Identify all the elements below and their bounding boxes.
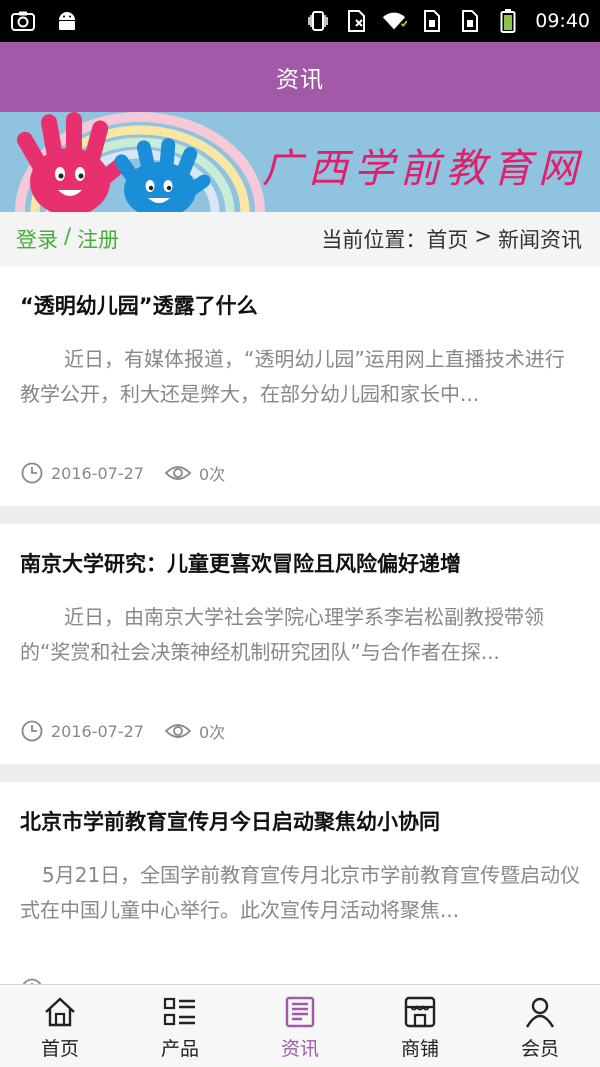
news-summary: 近日，有媒体报道，“透明幼儿园”运用网上直播技术进行教学公开，利大还是弊大，在部… — [20, 342, 582, 447]
news-summary-text: 近日，有媒体报道，“透明幼儿园”运用网上直播技术进行教学公开，利大还是弊大，在部… — [20, 347, 565, 406]
banner-title: 广西学前教育网 — [262, 146, 584, 192]
breadcrumb-current: 新闻资讯 — [498, 228, 582, 252]
shop-icon — [402, 994, 438, 1030]
page-title: 资讯 — [276, 67, 324, 93]
news-views: 0次 — [198, 465, 226, 484]
breadcrumb-prefix: 当前位置： — [321, 228, 427, 252]
news-card[interactable]: 北京市学前教育宣传月今日启动聚焦幼小协同 5月21日，全国学前教育宣传月北京市学… — [0, 782, 600, 984]
news-views: 0次 — [198, 723, 226, 742]
app-screen: 09:40 资讯 广西学前教育网 登录 / 注册 当前位置： 首页 > 新闻资讯… — [0, 0, 600, 1067]
register-link[interactable]: 注册 — [77, 224, 119, 254]
breadcrumb: 当前位置： 首页 > 新闻资讯 — [321, 224, 582, 254]
breadcrumb-home[interactable]: 首页 — [426, 224, 468, 254]
title-bar: 资讯 — [0, 42, 600, 112]
news-title[interactable]: 南京大学研究：儿童更喜欢冒险且风险偏好递增 — [20, 548, 461, 578]
news-date: 2016-07-27 — [51, 721, 144, 741]
news-card[interactable]: 南京大学研究：儿童更喜欢冒险且风险偏好递增 近日，由南京大学社会学院心理学系李岩… — [0, 524, 600, 764]
member-icon — [522, 994, 558, 1030]
login-link[interactable]: 登录 — [16, 224, 58, 254]
news-card[interactable]: “透明幼儿园”透露了什么 近日，有媒体报道，“透明幼儿园”运用网上直播技术进行教… — [0, 266, 600, 506]
clock-icon — [20, 977, 44, 984]
status-bar: 09:40 — [0, 0, 600, 42]
sim-card-icon — [457, 9, 483, 33]
views-group: 0次 — [164, 461, 225, 485]
battery-icon — [495, 9, 521, 33]
clock-icon — [20, 461, 44, 485]
bottom-tab-bar: 首页 产品 资讯 商铺 会员 — [0, 984, 600, 1067]
status-time: 09:40 — [535, 10, 590, 32]
tab-shop[interactable]: 商铺 — [360, 985, 480, 1067]
product-list-icon — [162, 994, 198, 1030]
news-date: 2016-07-27 — [51, 463, 144, 483]
auth-separator: / — [64, 224, 72, 248]
auth-links: 登录 / 注册 — [16, 224, 119, 254]
eye-icon — [164, 719, 192, 743]
android-icon — [54, 9, 80, 33]
tab-label: 首页 — [40, 1038, 79, 1060]
tab-label: 产品 — [160, 1038, 199, 1060]
home-icon — [42, 994, 78, 1030]
breadcrumb-arrow: > — [474, 224, 492, 248]
tab-news[interactable]: 资讯 — [240, 985, 360, 1067]
clock-icon — [20, 719, 44, 743]
site-banner[interactable]: 广西学前教育网 — [0, 112, 600, 212]
tab-label: 商铺 — [400, 1038, 439, 1060]
news-summary-text: 5月21日，全国学前教育宣传月北京市学前教育宣传暨启动仪式在中国儿童中心举行。此… — [20, 863, 581, 922]
news-summary: 近日，由南京大学社会学院心理学系李岩松副教授带领的“奖赏和社会决策神经机制研究团… — [20, 600, 582, 705]
news-title[interactable]: 北京市学前教育宣传月今日启动聚焦幼小协同 — [20, 806, 440, 836]
status-left-icons — [10, 9, 80, 33]
nav-row: 登录 / 注册 当前位置： 首页 > 新闻资讯 — [0, 212, 600, 266]
news-icon — [282, 994, 318, 1030]
news-meta: 2016-07-27 0次 — [20, 461, 225, 485]
wifi-icon — [381, 9, 408, 33]
news-list: “透明幼儿园”透露了什么 近日，有媒体报道，“透明幼儿园”运用网上直播技术进行教… — [0, 266, 600, 984]
news-summary-text: 近日，由南京大学社会学院心理学系李岩松副教授带领的“奖赏和社会决策神经机制研究团… — [20, 605, 544, 664]
status-right-icons: 09:40 — [305, 9, 590, 33]
vibrate-icon — [305, 9, 331, 33]
news-title[interactable]: “透明幼儿园”透露了什么 — [20, 290, 258, 320]
tab-products[interactable]: 产品 — [120, 985, 240, 1067]
news-meta: 2016-07-27 0次 — [20, 719, 225, 743]
no-sim-icon — [343, 9, 369, 33]
news-meta — [20, 977, 51, 984]
views-group: 0次 — [164, 719, 225, 743]
sim-card-icon — [419, 9, 445, 33]
tab-home[interactable]: 首页 — [0, 985, 120, 1067]
eye-icon — [164, 461, 192, 485]
screenshot-icon — [10, 9, 36, 33]
news-summary: 5月21日，全国学前教育宣传月北京市学前教育宣传暨启动仪式在中国儿童中心举行。此… — [20, 858, 582, 963]
tab-label: 资讯 — [280, 1038, 319, 1060]
tab-label: 会员 — [520, 1038, 559, 1060]
tab-member[interactable]: 会员 — [480, 985, 600, 1067]
